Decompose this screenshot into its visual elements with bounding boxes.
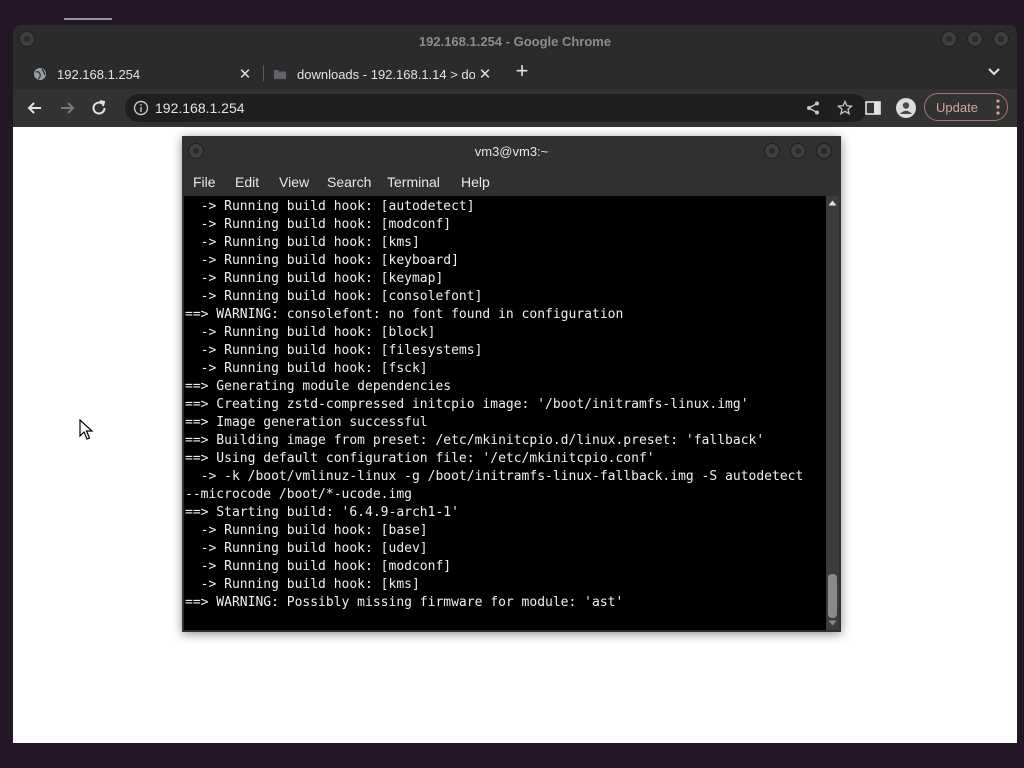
update-button-label: Update xyxy=(936,100,978,115)
profile-avatar-icon[interactable] xyxy=(896,98,916,118)
menu-edit[interactable]: Edit xyxy=(235,174,259,190)
maximize-button[interactable] xyxy=(967,31,983,47)
browser-toolbar: 192.168.1.254 Update xyxy=(13,89,1017,127)
new-tab-icon[interactable]: + xyxy=(511,60,533,83)
terminal-titlebar[interactable]: vm3@vm3:~ xyxy=(182,136,841,166)
tab-title: downloads - 192.168.1.14 > dow xyxy=(297,66,475,82)
terminal-title: vm3@vm3:~ xyxy=(474,143,549,159)
reload-icon[interactable] xyxy=(89,98,109,118)
terminal-line: -> Running build hook: [keymap] xyxy=(185,271,444,286)
back-arrow-icon[interactable] xyxy=(25,98,45,118)
close-tab-icon[interactable]: ✕ xyxy=(475,65,495,83)
terminal-output[interactable]: -> Running build hook: [autodetect] -> R… xyxy=(184,196,826,630)
info-icon[interactable] xyxy=(133,100,149,116)
side-panel-icon[interactable] xyxy=(864,99,882,117)
scrollbar-thumb[interactable] xyxy=(828,574,837,618)
tab-192-168-1-254[interactable]: 192.168.1.254 ✕ xyxy=(25,59,261,89)
close-tab-icon[interactable]: ✕ xyxy=(235,65,255,83)
share-icon[interactable] xyxy=(805,100,821,116)
window-menu-button[interactable] xyxy=(19,31,35,47)
terminal-line: ==> Starting build: '6.4.9-arch1-1' xyxy=(185,505,459,520)
terminal-line: ==> Image generation successful xyxy=(185,415,428,430)
terminal-line: -> Running build hook: [fsck] xyxy=(185,361,428,376)
desktop-panel-indicator xyxy=(64,18,112,20)
terminal-scrollbar[interactable] xyxy=(826,196,839,630)
terminal-line: -> -k /boot/vmlinuz-linux -g /boot/initr… xyxy=(185,469,804,484)
terminal-line: ==> Using default configuration file: '/… xyxy=(185,451,655,466)
chevron-down-icon[interactable] xyxy=(985,63,1003,81)
tab-divider xyxy=(263,65,264,81)
menu-search[interactable]: Search xyxy=(327,174,371,190)
terminal-line: -> Running build hook: [kms] xyxy=(185,577,420,592)
terminal-maximize-button[interactable] xyxy=(790,143,806,159)
tab-downloads[interactable]: downloads - 192.168.1.14 > dow ✕ xyxy=(265,59,501,89)
tab-title: 192.168.1.254 xyxy=(57,66,141,82)
terminal-line: --microcode /boot/*-ucode.img xyxy=(185,487,412,502)
close-window-button[interactable] xyxy=(993,31,1009,47)
url-text[interactable]: 192.168.1.254 xyxy=(155,100,245,116)
terminal-line: ==> WARNING: consolefont: no font found … xyxy=(185,307,624,322)
terminal-line: -> Running build hook: [consolefont] xyxy=(185,289,483,304)
terminal-line: -> Running build hook: [modconf] xyxy=(185,559,452,574)
terminal-line: ==> Building image from preset: /etc/mki… xyxy=(185,433,765,448)
menu-terminal[interactable]: Terminal xyxy=(387,174,440,190)
more-vert-icon[interactable] xyxy=(995,98,1001,116)
terminal-line: ==> Generating module dependencies xyxy=(185,379,452,394)
terminal-line: -> Running build hook: [filesystems] xyxy=(185,343,483,358)
terminal-close-button[interactable] xyxy=(816,143,832,159)
scroll-down-icon[interactable] xyxy=(828,620,837,626)
folder-icon xyxy=(274,70,286,79)
page-viewport[interactable]: vm3@vm3:~ File Edit View Search Terminal… xyxy=(13,127,1017,743)
browser-titlebar[interactable]: 192.168.1.254 - Google Chrome xyxy=(13,25,1017,57)
forward-arrow-icon[interactable] xyxy=(57,98,77,118)
terminal-line: ==> Creating zstd-compressed initcpio im… xyxy=(185,397,749,412)
minimize-button[interactable] xyxy=(941,31,957,47)
terminal-window-menu-button[interactable] xyxy=(188,143,204,159)
terminal-text: -> Running build hook: [autodetect] -> R… xyxy=(185,198,803,612)
terminal-minimize-button[interactable] xyxy=(764,143,780,159)
terminal-line: ==> WARNING: Possibly missing firmware f… xyxy=(185,595,624,610)
terminal-line: -> Running build hook: [udev] xyxy=(185,541,428,556)
browser-window-title: 192.168.1.254 - Google Chrome xyxy=(418,33,612,49)
terminal-line: -> Running build hook: [autodetect] xyxy=(185,199,475,214)
terminal-line: -> Running build hook: [kms] xyxy=(185,235,420,250)
menu-help[interactable]: Help xyxy=(461,174,490,190)
terminal-line: -> Running build hook: [modconf] xyxy=(185,217,452,232)
menu-file[interactable]: File xyxy=(193,174,216,190)
address-bar[interactable]: 192.168.1.254 xyxy=(125,94,867,122)
bookmark-star-icon[interactable] xyxy=(837,100,853,116)
terminal-line: -> Running build hook: [keyboard] xyxy=(185,253,459,268)
terminal-menubar: File Edit View Search Terminal Help xyxy=(182,166,841,196)
menu-view[interactable]: View xyxy=(279,174,309,190)
terminal-line: -> Running build hook: [base] xyxy=(185,523,428,538)
tab-strip: 192.168.1.254 ✕ downloads - 192.168.1.14… xyxy=(13,57,1017,89)
scroll-up-icon[interactable] xyxy=(828,200,837,206)
globe-icon xyxy=(34,68,46,80)
mouse-pointer-icon xyxy=(79,419,93,440)
terminal-window[interactable]: vm3@vm3:~ File Edit View Search Terminal… xyxy=(182,136,841,632)
update-button[interactable]: Update xyxy=(924,93,1008,121)
terminal-line: -> Running build hook: [block] xyxy=(185,325,436,340)
browser-window: 192.168.1.254 - Google Chrome 192.168.1.… xyxy=(13,25,1017,743)
